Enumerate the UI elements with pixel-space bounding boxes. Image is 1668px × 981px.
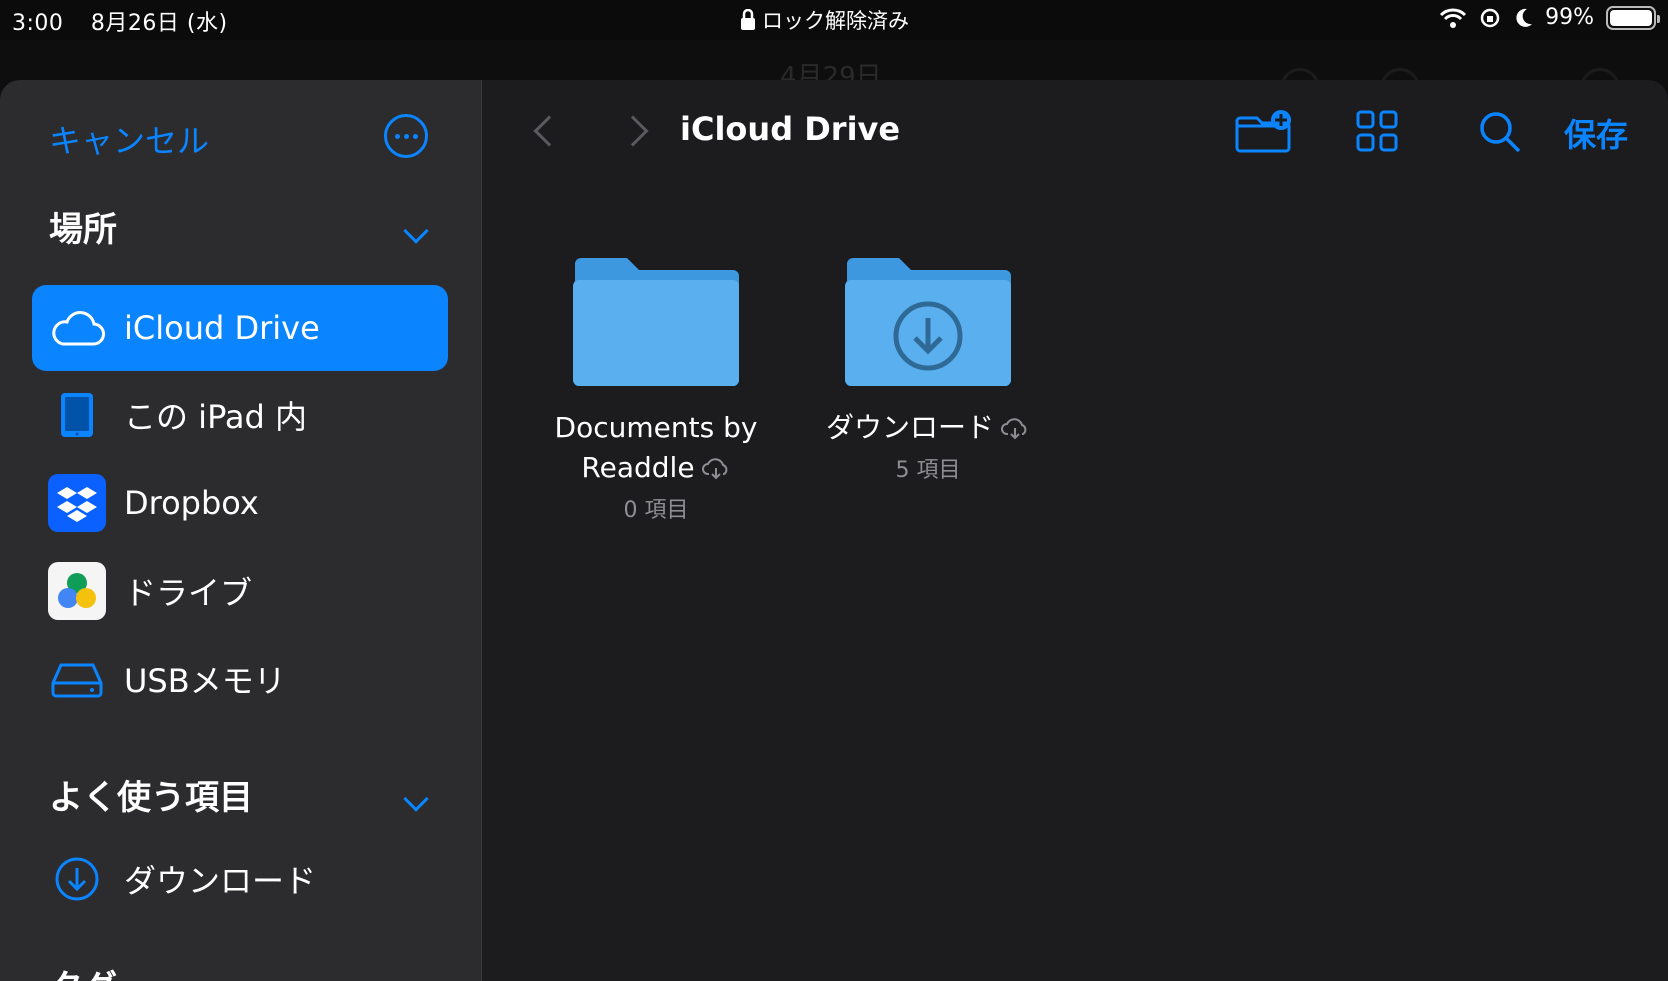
cloud-icon <box>47 298 107 358</box>
download-folder-icon <box>845 258 1011 386</box>
sidebar-item-on-my-ipad[interactable]: この iPad 内 <box>32 372 448 458</box>
lock-icon <box>741 9 755 30</box>
sidebar-item-label: ドライブ <box>124 574 253 612</box>
grid-view-icon[interactable] <box>1356 110 1398 152</box>
sidebar-item-google-drive[interactable]: ドライブ <box>32 548 448 634</box>
download-circle-icon <box>47 849 107 909</box>
more-options-icon[interactable] <box>384 114 428 158</box>
sidebar-item-dropbox[interactable]: Dropbox <box>32 460 448 546</box>
sidebar-item-label: USBメモリ <box>124 662 286 700</box>
folder-name-line: Readdle <box>546 448 766 488</box>
battery-icon <box>1606 5 1660 30</box>
sidebar-item-usb-drive[interactable]: USBメモリ <box>32 636 448 722</box>
sidebar: キャンセル 場所 iCloud Drive この iPad 内 Dropbox … <box>0 80 482 981</box>
moon-icon <box>1516 8 1533 27</box>
folder-name-line: Documents by <box>554 411 758 444</box>
tags-section-title: タグ <box>49 960 117 981</box>
status-right: 99% <box>1439 5 1660 30</box>
save-button[interactable]: 保存 <box>1564 110 1628 156</box>
page-title: iCloud Drive <box>680 110 901 148</box>
favorites-section-title: よく使う項目 <box>49 778 253 818</box>
search-icon[interactable] <box>1478 110 1522 154</box>
sidebar-item-label: ダウンロード <box>124 862 317 900</box>
sidebar-item-label: Dropbox <box>124 484 259 522</box>
folder-name: Documents by Readdle <box>546 408 766 488</box>
locations-section-title: 場所 <box>49 210 117 250</box>
lock-status-text: ロック解除済み <box>762 9 909 33</box>
folder-icon <box>573 258 739 386</box>
chevron-down-icon[interactable] <box>403 786 429 812</box>
battery-percent: 99% <box>1545 5 1594 30</box>
sidebar-item-label: この iPad 内 <box>124 398 308 436</box>
file-browser: iCloud Drive 保存 Documents by Readdle 0 項… <box>482 80 1668 981</box>
folder-item[interactable]: ダウンロード 5 項目 <box>818 256 1038 484</box>
dropbox-icon <box>47 473 107 533</box>
folder-name-text: Readdle <box>581 451 695 484</box>
new-folder-icon[interactable] <box>1234 110 1294 154</box>
chevron-down-icon[interactable] <box>403 218 429 244</box>
sidebar-item-downloads[interactable]: ダウンロード <box>32 836 448 922</box>
folder-item-count: 5 項目 <box>895 458 961 483</box>
usb-drive-icon <box>47 649 107 709</box>
forward-chevron-icon[interactable] <box>617 115 649 147</box>
folder-name: ダウンロード <box>818 408 1038 448</box>
wifi-icon <box>1440 8 1467 28</box>
folder-name-text: ダウンロード <box>825 411 994 444</box>
status-time: 3:00 <box>12 11 64 36</box>
folder-item[interactable]: Documents by Readdle 0 項目 <box>546 256 766 524</box>
sidebar-item-label: iCloud Drive <box>124 309 320 347</box>
back-chevron-icon[interactable] <box>533 115 565 147</box>
status-bar: 3:00 8月26日 (水) ロック解除済み 99% <box>0 0 1668 40</box>
cloud-download-icon <box>1001 418 1027 440</box>
save-sheet: キャンセル 場所 iCloud Drive この iPad 内 Dropbox … <box>0 80 1668 981</box>
ipad-icon <box>47 385 107 445</box>
status-date: 8月26日 (水) <box>90 11 228 36</box>
folder-item-count: 0 項目 <box>623 498 689 523</box>
cloud-download-icon <box>701 458 727 480</box>
orientation-lock-icon <box>1480 8 1500 27</box>
sidebar-item-icloud-drive[interactable]: iCloud Drive <box>32 285 448 371</box>
status-left: 3:00 8月26日 (水) <box>12 5 248 37</box>
google-drive-icon <box>47 561 107 621</box>
status-lock: ロック解除済み <box>740 5 909 35</box>
cancel-button[interactable]: キャンセル <box>49 116 209 162</box>
